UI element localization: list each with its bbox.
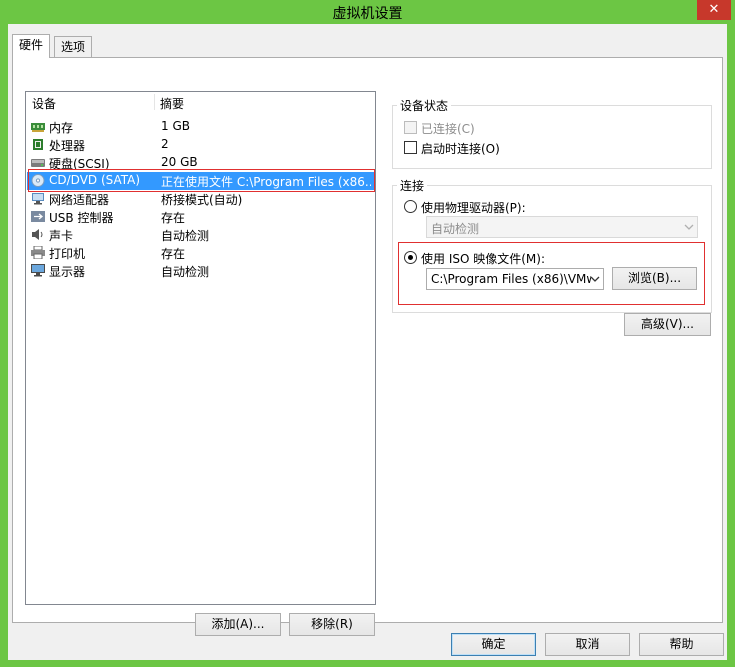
device-summary: 存在 bbox=[161, 211, 186, 225]
cancel-button[interactable]: 取消 bbox=[545, 633, 630, 656]
remove-device-button[interactable]: 移除(R) bbox=[289, 613, 375, 636]
column-header-device[interactable]: 设备 bbox=[32, 95, 56, 112]
device-row-display[interactable]: 显示器 自动检测 bbox=[27, 262, 374, 280]
device-name: 声卡 bbox=[49, 229, 74, 243]
physical-drive-label: 使用物理驱动器(P): bbox=[421, 201, 526, 215]
column-separator[interactable] bbox=[154, 94, 155, 110]
physical-drive-select[interactable]: 自动检测 bbox=[426, 216, 698, 238]
device-name: 网络适配器 bbox=[49, 193, 110, 207]
connected-checkbox[interactable] bbox=[404, 121, 417, 134]
device-row-printer[interactable]: 打印机 存在 bbox=[27, 244, 374, 262]
device-name: 处理器 bbox=[49, 139, 86, 153]
connected-label: 已连接(C) bbox=[421, 122, 475, 136]
sound-card-icon bbox=[32, 229, 43, 240]
vm-settings-window: 虚拟机设置 ✕ 硬件 选项 设备 摘要 内存 1 GB 处理器 2 硬盘(SCS… bbox=[0, 0, 735, 667]
connect-at-power-on-label: 启动时连接(O) bbox=[421, 142, 500, 156]
chevron-down-icon bbox=[684, 224, 694, 230]
highlight-frame-cd-dvd bbox=[28, 169, 375, 192]
physical-drive-select-value: 自动检测 bbox=[431, 222, 480, 236]
column-header-summary[interactable]: 摘要 bbox=[160, 95, 184, 112]
device-summary: 桥接模式(自动) bbox=[161, 193, 243, 207]
display-icon bbox=[31, 264, 45, 277]
device-row-memory[interactable]: 内存 1 GB bbox=[27, 118, 374, 136]
device-name: 打印机 bbox=[49, 247, 86, 261]
usb-controller-icon bbox=[31, 211, 45, 222]
window-title: 虚拟机设置 bbox=[332, 6, 403, 22]
add-device-button[interactable]: 添加(A)... bbox=[195, 613, 281, 636]
device-summary: 自动检测 bbox=[161, 229, 210, 243]
device-row-processor[interactable]: 处理器 2 bbox=[27, 136, 374, 154]
tab-options[interactable]: 选项 bbox=[54, 36, 93, 58]
connect-at-power-on-checkbox[interactable] bbox=[404, 141, 417, 154]
device-status-group bbox=[392, 105, 712, 169]
hardware-tab-panel: 设备 摘要 内存 1 GB 处理器 2 硬盘(SCSI) 20 GB CD/DV… bbox=[12, 57, 723, 636]
device-row-sound-card[interactable]: 声卡 自动检测 bbox=[27, 226, 374, 244]
device-summary: 存在 bbox=[161, 247, 186, 261]
memory-icon bbox=[31, 123, 45, 132]
device-summary: 2 bbox=[161, 137, 169, 151]
advanced-button[interactable]: 高级(V)... bbox=[624, 313, 711, 336]
dialog-client: 硬件 选项 设备 摘要 内存 1 GB 处理器 2 硬盘(SCSI) 20 GB… bbox=[8, 24, 727, 660]
help-button[interactable]: 帮助 bbox=[639, 633, 724, 656]
tab-hardware[interactable]: 硬件 bbox=[12, 34, 51, 58]
device-summary: 自动检测 bbox=[161, 265, 210, 279]
highlight-frame-iso bbox=[398, 242, 705, 305]
device-name: 显示器 bbox=[49, 265, 86, 279]
printer-icon bbox=[31, 246, 45, 259]
connection-title: 连接 bbox=[397, 177, 428, 194]
title-bar: 虚拟机设置 ✕ bbox=[0, 0, 735, 24]
device-name: 内存 bbox=[49, 121, 74, 135]
physical-drive-radio[interactable] bbox=[404, 200, 417, 213]
hard-disk-icon bbox=[31, 159, 45, 167]
device-summary: 20 GB bbox=[161, 155, 198, 169]
network-adapter-icon bbox=[32, 193, 44, 205]
device-summary: 1 GB bbox=[161, 119, 190, 133]
device-list-header: 设备 摘要 bbox=[26, 92, 375, 112]
device-name: USB 控制器 bbox=[49, 211, 114, 225]
processor-icon bbox=[33, 139, 43, 150]
device-row-network-adapter[interactable]: 网络适配器 桥接模式(自动) bbox=[27, 190, 374, 208]
device-row-usb-controller[interactable]: USB 控制器 存在 bbox=[27, 208, 374, 226]
close-button[interactable]: ✕ bbox=[697, 0, 731, 20]
device-status-title: 设备状态 bbox=[397, 97, 452, 114]
ok-button[interactable]: 确定 bbox=[451, 633, 536, 656]
